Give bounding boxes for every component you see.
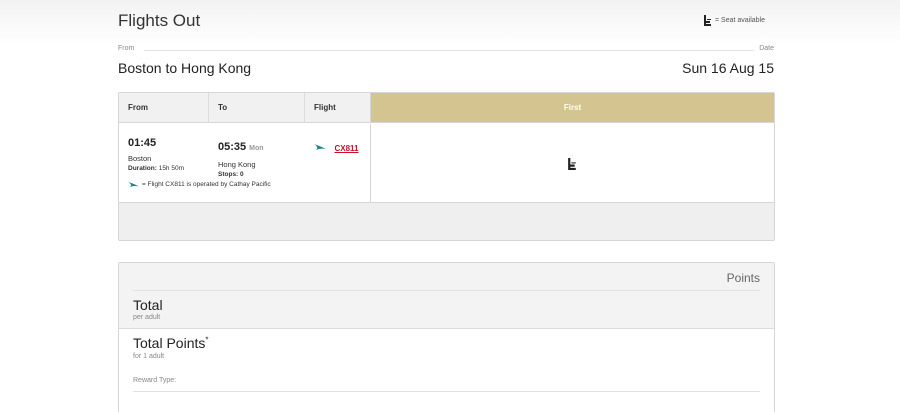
cathay-pacific-logo-icon xyxy=(128,181,139,188)
arrive-day: Mon xyxy=(249,145,264,152)
stops-label: Stops: xyxy=(218,171,239,178)
date-label: Date xyxy=(759,45,774,52)
total-points-label: Total Points xyxy=(133,335,206,351)
divider xyxy=(144,50,754,51)
route-text: Boston to Hong Kong xyxy=(118,60,252,76)
route-date-labels: From Date xyxy=(118,45,774,55)
date-text: Sun 16 Aug 15 xyxy=(682,60,774,76)
departure-cell: 01:45 Boston Duration: 15h 50m xyxy=(119,124,209,203)
depart-city: Boston xyxy=(128,154,152,163)
total-points: Total Points* xyxy=(133,335,209,351)
flight-number-link[interactable]: CX811 xyxy=(334,144,358,153)
arrive-time: 05:35 xyxy=(218,141,247,153)
depart-time: 01:45 xyxy=(128,137,157,149)
points-header: Points xyxy=(726,271,760,285)
divider xyxy=(133,290,760,291)
first-class-seat-cell[interactable] xyxy=(371,124,774,203)
col-header-first-class: First xyxy=(371,93,774,123)
points-panel: Points Total per adult Total Points* for… xyxy=(118,262,775,412)
cathay-pacific-logo-icon xyxy=(314,143,326,150)
from-label: From xyxy=(118,45,135,52)
seat-icon xyxy=(568,157,576,170)
total-points-sub: for 1 adult xyxy=(133,353,165,360)
total-points-mark: * xyxy=(205,335,209,345)
table-footer xyxy=(119,202,774,240)
seat-legend: = Seat available xyxy=(703,15,765,26)
stops: Stops: 0 xyxy=(218,171,305,178)
reward-type-label: Reward Type: xyxy=(133,377,177,384)
total-label: Total xyxy=(133,297,163,313)
duration-value: 15h 50m xyxy=(158,165,184,172)
divider xyxy=(133,391,760,392)
flight-cell: CX811 xyxy=(305,124,371,203)
seat-icon xyxy=(704,15,711,26)
arrival-cell: 05:35 Mon Hong Kong Stops: 0 xyxy=(209,124,305,203)
operated-by-note: = Flight CX811 is operated by Cathay Pac… xyxy=(128,181,271,188)
page-title: Flights Out xyxy=(118,11,201,30)
operated-by-text: = Flight CX811 is operated by Cathay Pac… xyxy=(142,181,271,188)
duration: Duration: 15h 50m xyxy=(128,165,209,172)
col-header-from: From xyxy=(119,93,209,123)
seat-legend-text: = Seat available xyxy=(715,17,766,24)
points-summary xyxy=(119,263,774,329)
flights-table: From To Flight First 01:45 Boston Durati… xyxy=(118,92,775,241)
stops-value: 0 xyxy=(240,171,244,178)
col-header-to: To xyxy=(209,93,305,123)
col-header-flight: Flight xyxy=(305,93,371,123)
arrive-city: Hong Kong xyxy=(218,160,256,169)
duration-label: Duration: xyxy=(128,165,157,172)
total-sub: per adult xyxy=(133,314,161,321)
